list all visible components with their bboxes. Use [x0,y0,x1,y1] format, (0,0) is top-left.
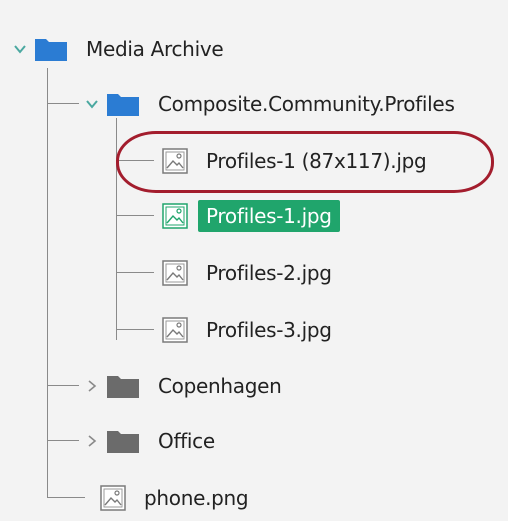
tree-connector [47,103,79,104]
tree-node-profiles-1-87x117[interactable]: Profiles-1 (87x117).jpg [162,141,427,181]
image-icon [162,317,188,343]
tree-node-label: Copenhagen [158,374,282,398]
image-icon [162,203,188,229]
tree-connector [47,440,79,441]
tree-connector [116,160,154,161]
image-icon [162,260,188,286]
chevron-right-icon[interactable] [84,378,100,394]
tree-node-label: Profiles-3.jpg [206,318,332,342]
tree-node-media-archive[interactable]: Media Archive [12,29,224,69]
image-icon [162,148,188,174]
tree-connector [116,118,117,340]
image-icon [100,485,126,511]
chevron-right-icon[interactable] [84,433,100,449]
chevron-down-icon[interactable] [84,96,100,112]
folder-icon [34,36,68,62]
tree-node-label: Media Archive [86,37,224,61]
tree-node-copenhagen[interactable]: Copenhagen [84,366,282,406]
tree-node-label: phone.png [144,486,249,510]
tree-node-profiles-1[interactable]: Profiles-1.jpg [162,196,340,236]
media-tree: Media Archive Composite.Community.Profil… [0,0,508,521]
tree-node-label: Profiles-2.jpg [206,261,332,285]
tree-node-profiles-2[interactable]: Profiles-2.jpg [162,253,332,293]
chevron-down-icon[interactable] [12,41,28,57]
tree-node-label: Office [158,429,215,453]
tree-node-label: Composite.Community.Profiles [158,92,455,116]
tree-node-label: Profiles-1 (87x117).jpg [206,149,427,173]
tree-connector [47,497,85,498]
folder-icon [106,91,140,117]
tree-node-profiles-3[interactable]: Profiles-3.jpg [162,310,332,350]
tree-node-office[interactable]: Office [84,421,215,461]
tree-node-composite-community-profiles[interactable]: Composite.Community.Profiles [84,84,455,124]
tree-connector [116,329,154,330]
tree-connector [116,215,154,216]
tree-node-phone-png[interactable]: phone.png [100,478,249,518]
tree-node-label-selected: Profiles-1.jpg [198,200,340,232]
folder-icon [106,428,140,454]
tree-connector [47,385,79,386]
folder-icon [106,373,140,399]
tree-connector [116,272,154,273]
tree-connector [47,68,48,498]
